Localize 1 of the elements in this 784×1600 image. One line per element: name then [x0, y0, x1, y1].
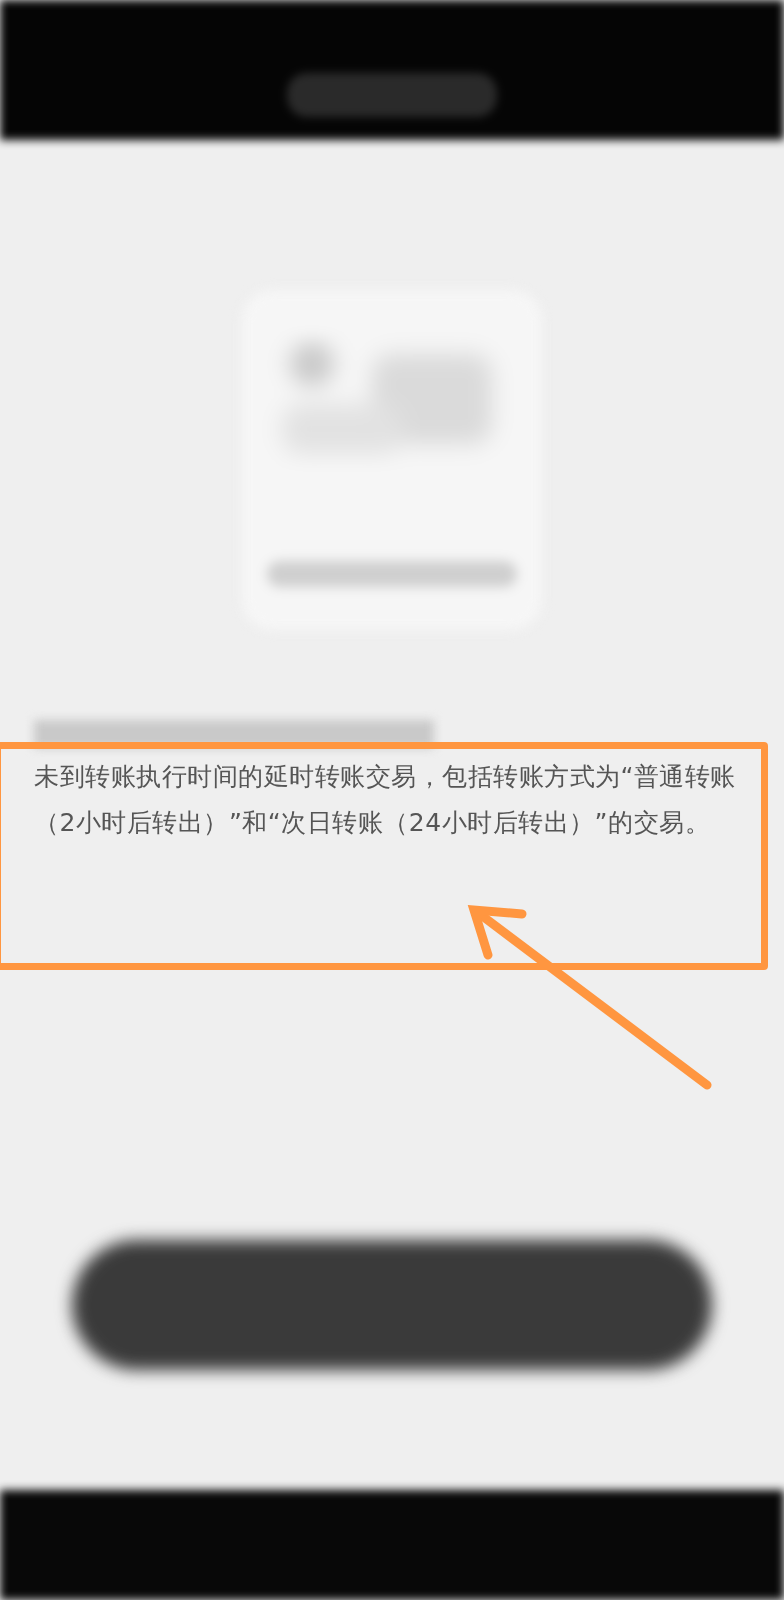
message-text: 未到转账执行时间的延时转账交易，包括转账方式为“普通转账（2小时后转出）”和“次日转账（24小时后转出）”的交易。 [34, 761, 737, 839]
